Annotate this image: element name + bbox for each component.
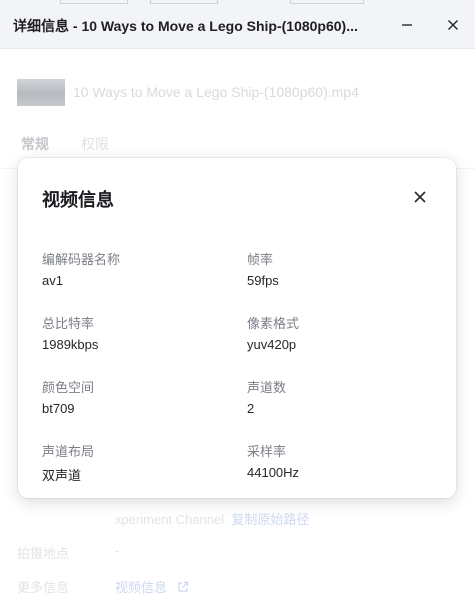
sample-rate-label: 采样率 <box>247 444 287 459</box>
close-window-button[interactable] <box>440 12 466 38</box>
channels-value: 2 <box>247 401 255 416</box>
color-space-value: bt709 <box>42 401 75 416</box>
video-info-dialog: 视频信息 编解码器名称 av1 帧率 59fps 总比特率 1989kbps 像… <box>18 158 456 498</box>
pixel-format-label: 像素格式 <box>247 316 300 331</box>
channels-label: 声道数 <box>247 380 287 395</box>
title-bar-decoration <box>150 0 218 4</box>
title-bar-decoration <box>60 0 128 4</box>
minimize-button[interactable] <box>394 12 420 38</box>
dialog-title: 视频信息 <box>42 190 114 210</box>
dialog-close-button[interactable] <box>408 185 432 209</box>
window-title: 详细信息 - 10 Ways to Move a Lego Ship-(1080… <box>13 18 358 34</box>
codec-name-value: av1 <box>42 273 63 288</box>
codec-name-label: 编解码器名称 <box>42 252 121 267</box>
close-icon <box>447 19 459 31</box>
minimize-icon <box>402 24 412 26</box>
pixel-format-value: yuv420p <box>247 337 297 352</box>
channel-layout-label: 声道布局 <box>42 444 95 459</box>
total-bitrate-value: 1989kbps <box>42 337 99 352</box>
frame-rate-label: 帧率 <box>247 252 274 267</box>
channel-layout-value: 双声道 <box>42 468 82 483</box>
title-bar-decoration <box>290 0 364 4</box>
sample-rate-value: 44100Hz <box>247 465 300 480</box>
total-bitrate-label: 总比特率 <box>42 316 95 331</box>
close-icon <box>414 191 426 203</box>
frame-rate-value: 59fps <box>247 273 279 288</box>
color-space-label: 颜色空间 <box>42 380 95 395</box>
title-bar: 详细信息 - 10 Ways to Move a Lego Ship-(1080… <box>0 0 475 49</box>
